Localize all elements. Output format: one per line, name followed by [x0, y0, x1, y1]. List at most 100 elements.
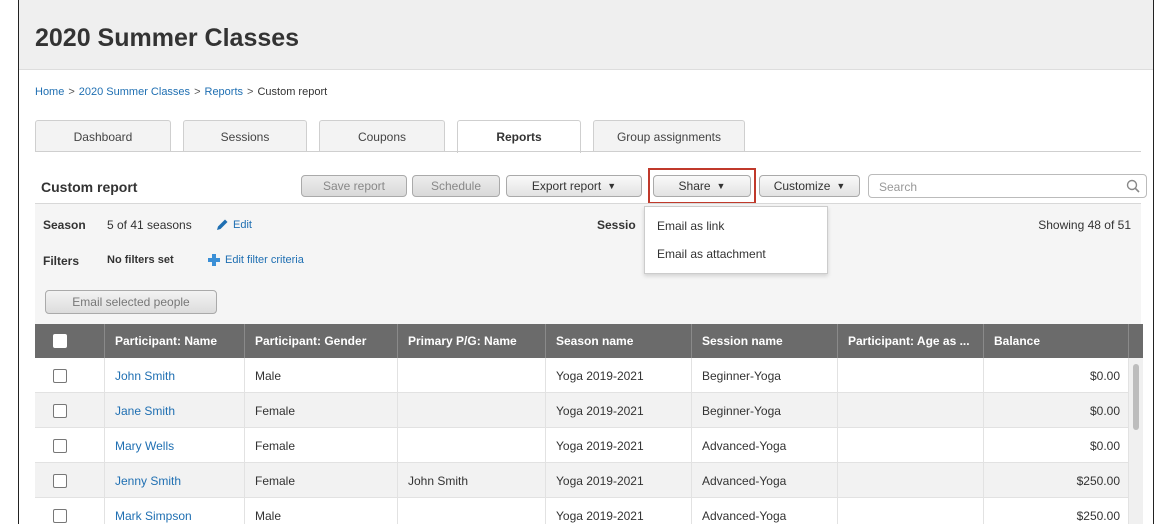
primary-pg-cell: [398, 393, 546, 428]
gender-cell: Male: [245, 498, 398, 524]
season-cell: Yoga 2019-2021: [546, 498, 692, 524]
participant-name-link[interactable]: Jenny Smith: [105, 463, 245, 498]
tab-sessions[interactable]: Sessions: [183, 120, 307, 152]
row-select-cell: [35, 498, 105, 524]
report-toolbar: Custom report Save report Schedule Expor…: [35, 165, 1147, 204]
balance-cell: $250.00: [984, 463, 1129, 498]
breadcrumb-home[interactable]: Home: [35, 86, 64, 98]
menu-item-email-link[interactable]: Email as link: [657, 219, 724, 233]
edit-filter-link[interactable]: Edit filter criteria: [225, 254, 304, 266]
row-checkbox[interactable]: [53, 508, 67, 523]
primary-pg-cell: [398, 358, 546, 393]
email-selected-button[interactable]: Email selected people: [45, 290, 217, 314]
table-body: John Smith Male Yoga 2019-2021 Beginner-…: [35, 358, 1129, 524]
column-header[interactable]: Participant: Gender: [245, 324, 398, 358]
session-cell: Beginner-Yoga: [692, 393, 838, 428]
gender-cell: Female: [245, 463, 398, 498]
table-body-wrap: John Smith Male Yoga 2019-2021 Beginner-…: [35, 358, 1143, 524]
session-cell: Advanced-Yoga: [692, 498, 838, 524]
row-select-cell: [35, 393, 105, 428]
session-cell: Beginner-Yoga: [692, 358, 838, 393]
row-checkbox[interactable]: [53, 403, 67, 418]
column-header[interactable]: Participant: Age as ...: [838, 324, 984, 358]
header-scroll-spacer: [1129, 324, 1143, 358]
showing-count: Showing 48 of 51: [1038, 218, 1131, 232]
share-button[interactable]: Share ▼: [653, 175, 751, 197]
select-all-checkbox[interactable]: [53, 334, 67, 348]
session-cell: Advanced-Yoga: [692, 428, 838, 463]
breadcrumb-separator: >: [194, 86, 201, 98]
age-cell: [838, 358, 984, 393]
season-cell: Yoga 2019-2021: [546, 393, 692, 428]
season-cell: Yoga 2019-2021: [546, 358, 692, 393]
table-row: Mark Simpson Male Yoga 2019-2021 Advance…: [35, 498, 1129, 524]
age-cell: [838, 498, 984, 524]
page-header: 2020 Summer Classes: [19, 0, 1153, 70]
tab-bar: Dashboard Sessions Coupons Reports Group…: [35, 120, 757, 153]
filters-value: No filters set: [107, 254, 174, 266]
participant-name-link[interactable]: Mary Wells: [105, 428, 245, 463]
pencil-icon[interactable]: [215, 218, 229, 232]
caret-down-icon: ▼: [716, 181, 726, 191]
session-cell: Advanced-Yoga: [692, 463, 838, 498]
breadcrumb-classes[interactable]: 2020 Summer Classes: [79, 86, 190, 98]
participant-name-link[interactable]: Mark Simpson: [105, 498, 245, 524]
share-label: Share: [678, 179, 711, 193]
menu-item-email-attachment[interactable]: Email as attachment: [657, 247, 766, 261]
season-cell: Yoga 2019-2021: [546, 463, 692, 498]
participant-name-link[interactable]: John Smith: [105, 358, 245, 393]
primary-pg-cell: [398, 428, 546, 463]
app-frame: 2020 Summer Classes Home >2020 Summer Cla…: [18, 0, 1154, 524]
column-header[interactable]: Session name: [692, 324, 838, 358]
row-checkbox[interactable]: [53, 438, 67, 453]
breadcrumb-current: Custom report: [257, 86, 328, 98]
column-header[interactable]: Balance: [984, 324, 1129, 358]
column-header[interactable]: Primary P/G: Name: [398, 324, 546, 358]
plus-icon[interactable]: [207, 253, 221, 267]
participant-name-link[interactable]: Jane Smith: [105, 393, 245, 428]
age-cell: [838, 463, 984, 498]
tab-dashboard[interactable]: Dashboard: [35, 120, 171, 152]
customize-button[interactable]: Customize ▼: [759, 175, 860, 197]
column-header[interactable]: Season name: [546, 324, 692, 358]
row-checkbox[interactable]: [53, 368, 67, 383]
customize-label: Customize: [773, 179, 831, 193]
breadcrumb-reports[interactable]: Reports: [205, 86, 244, 98]
tab-coupons[interactable]: Coupons: [319, 120, 445, 152]
report-info-panel: Season 5 of 41 seasons Edit Sessio Showi…: [35, 204, 1141, 324]
tabs-divider: [35, 151, 1141, 152]
gender-cell: Male: [245, 358, 398, 393]
schedule-button[interactable]: Schedule: [412, 175, 500, 197]
season-cell: Yoga 2019-2021: [546, 428, 692, 463]
table-header: Participant: Name Participant: Gender Pr…: [35, 324, 1143, 358]
row-checkbox[interactable]: [53, 473, 67, 488]
balance-cell: $0.00: [984, 428, 1129, 463]
export-report-label: Export report: [531, 179, 602, 193]
tab-group-assignments[interactable]: Group assignments: [593, 120, 745, 152]
table-scrollbar[interactable]: [1129, 358, 1143, 524]
select-all-cell: [35, 324, 105, 358]
balance-cell: $0.00: [984, 358, 1129, 393]
table-row: John Smith Male Yoga 2019-2021 Beginner-…: [35, 358, 1129, 393]
scrollbar-thumb[interactable]: [1133, 364, 1139, 430]
export-report-button[interactable]: Export report ▼: [506, 175, 642, 197]
share-dropdown-menu: Email as link Email as attachment: [644, 206, 828, 274]
breadcrumb: Home >2020 Summer Classes > Reports > Custom …: [35, 86, 327, 98]
row-select-cell: [35, 358, 105, 393]
session-label: Sessio: [597, 218, 636, 232]
report-title: Custom report: [41, 179, 138, 195]
tab-reports[interactable]: Reports: [457, 120, 581, 153]
save-report-button[interactable]: Save report: [301, 175, 407, 197]
table-row: Mary Wells Female Yoga 2019-2021 Advance…: [35, 428, 1129, 463]
edit-season-link[interactable]: Edit: [233, 219, 252, 231]
search-input[interactable]: Search: [868, 174, 1147, 198]
column-header[interactable]: Participant: Name: [105, 324, 245, 358]
primary-pg-cell: John Smith: [398, 463, 546, 498]
row-select-cell: [35, 428, 105, 463]
search-icon[interactable]: [1126, 179, 1140, 193]
age-cell: [838, 428, 984, 463]
gender-cell: Female: [245, 393, 398, 428]
filters-label: Filters: [43, 254, 80, 268]
report-table: Participant: Name Participant: Gender Pr…: [35, 324, 1143, 524]
page-title: 2020 Summer Classes: [35, 24, 300, 52]
